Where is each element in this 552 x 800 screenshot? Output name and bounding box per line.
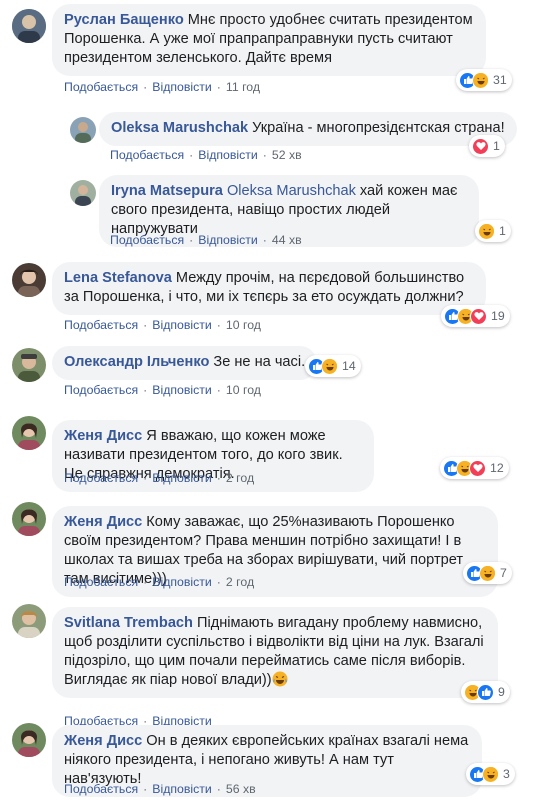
reaction-count: 12	[490, 461, 504, 475]
reply-link[interactable]: Відповісти	[198, 148, 258, 162]
love-reaction-icon	[469, 459, 486, 477]
reaction-summary[interactable]: 14	[305, 355, 361, 377]
like-link[interactable]: Подобається	[64, 575, 138, 589]
reaction-summary[interactable]: 1	[475, 220, 511, 242]
like-link[interactable]: Подобається	[110, 148, 184, 162]
like-link[interactable]: Подобається	[64, 782, 138, 796]
reply-link[interactable]: Відповісти	[152, 318, 212, 332]
comment-actions: Подобається · Відповісти · 52 хв	[110, 148, 302, 162]
comment-bubble: Svitlana Trembach Піднімають вигадану про…	[52, 607, 498, 698]
reaction-count: 1	[499, 224, 506, 238]
comment-author[interactable]: Женя Дисс	[64, 733, 142, 749]
mention-link[interactable]: Oleksa Marushchak	[227, 183, 356, 199]
reaction-count: 31	[493, 73, 507, 87]
love-reaction-icon	[470, 307, 487, 325]
like-link[interactable]: Подобається	[64, 471, 138, 485]
like-reaction-icon	[477, 683, 494, 701]
comment-bubble: Lena Stefanova Между прочім, на пєрєдовой…	[52, 262, 486, 315]
avatar[interactable]	[12, 9, 46, 43]
reaction-count: 1	[493, 139, 500, 153]
reaction-summary[interactable]: 19	[441, 305, 510, 327]
timestamp[interactable]: 10 год	[226, 383, 261, 397]
timestamp[interactable]: 56 хв	[226, 782, 256, 796]
reaction-count: 7	[500, 566, 507, 580]
laughing-emoji-icon	[272, 671, 288, 687]
timestamp[interactable]: 10 год	[226, 318, 261, 332]
avatar[interactable]	[70, 180, 96, 206]
timestamp[interactable]: 44 хв	[272, 233, 302, 247]
haha-reaction-icon	[472, 71, 489, 89]
comment-author[interactable]: Руслан Бащенко	[64, 12, 184, 28]
comment-text: Зе не на часі.	[213, 354, 306, 370]
comment-actions: Подобається · Відповісти · 2 год	[64, 575, 255, 589]
reply-link[interactable]: Відповісти	[152, 471, 212, 485]
comment-author[interactable]: Iryna Matsepura	[111, 183, 223, 199]
comment-bubble: Руслан Бащенко Мнє просто удобнеє считать…	[52, 4, 486, 76]
reply-link[interactable]: Відповісти	[152, 575, 212, 589]
timestamp[interactable]: 52 хв	[272, 148, 302, 162]
reaction-summary[interactable]: 1	[469, 135, 505, 157]
reaction-summary[interactable]: 31	[456, 69, 512, 91]
reply-link[interactable]: Відповісти	[152, 80, 212, 94]
reaction-summary[interactable]: 12	[440, 457, 509, 479]
reply-link[interactable]: Відповісти	[152, 383, 212, 397]
like-link[interactable]: Подобається	[64, 318, 138, 332]
reaction-summary[interactable]: 7	[463, 562, 512, 584]
avatar[interactable]	[12, 723, 46, 757]
comment-author[interactable]: Женя Дисс	[64, 514, 142, 530]
haha-reaction-icon	[321, 357, 338, 375]
comment-author[interactable]: Oleksa Marushchak	[111, 120, 248, 136]
reaction-count: 3	[503, 767, 510, 781]
reaction-summary[interactable]: 9	[461, 681, 510, 703]
comment-author[interactable]: Lena Stefanova	[64, 270, 172, 286]
comment-actions: Подобається · Відповісти · 10 год	[64, 383, 261, 397]
comment-bubble: Олександр Ільченко Зе не на часі.	[52, 346, 318, 380]
reply-link[interactable]: Відповісти	[152, 782, 212, 796]
reaction-summary[interactable]: 3	[466, 763, 515, 785]
comment-actions: Подобається · Відповісти · 2 год	[64, 471, 255, 485]
avatar[interactable]	[12, 416, 46, 450]
comment-author[interactable]: Женя Дисс	[64, 428, 142, 444]
reaction-count: 14	[342, 359, 356, 373]
haha-reaction-icon	[478, 222, 495, 240]
reaction-count: 9	[498, 685, 505, 699]
haha-reaction-icon	[482, 765, 499, 783]
like-link[interactable]: Подобається	[64, 80, 138, 94]
comment-actions: Подобається · Відповісти · 44 хв	[110, 233, 302, 247]
love-reaction-icon	[472, 137, 489, 155]
avatar[interactable]	[12, 348, 46, 382]
avatar[interactable]	[12, 604, 46, 638]
reply-link[interactable]: Відповісти	[198, 233, 258, 247]
haha-reaction-icon	[479, 564, 496, 582]
avatar[interactable]	[70, 117, 96, 143]
comment-author[interactable]: Svitlana Trembach	[64, 615, 193, 631]
comment-actions: Подобається · Відповісти · 11 год	[64, 80, 261, 94]
comment-text: Україна - многопрезідєнтская страна!	[252, 120, 505, 136]
timestamp[interactable]: 2 год	[226, 471, 254, 485]
avatar[interactable]	[12, 263, 46, 297]
comment-author[interactable]: Олександр Ільченко	[64, 354, 209, 370]
avatar[interactable]	[12, 502, 46, 536]
comment-bubble: Oleksa Marushchak Україна - многопрезідєн…	[99, 112, 517, 146]
comment-actions: Подобається · Відповісти · 56 хв	[64, 782, 256, 796]
timestamp[interactable]: 11 год	[226, 80, 260, 94]
reaction-count: 19	[491, 309, 505, 323]
timestamp[interactable]: 2 год	[226, 575, 254, 589]
like-link[interactable]: Подобається	[110, 233, 184, 247]
like-link[interactable]: Подобається	[64, 383, 138, 397]
comment-actions: Подобається · Відповісти · 10 год	[64, 318, 261, 332]
